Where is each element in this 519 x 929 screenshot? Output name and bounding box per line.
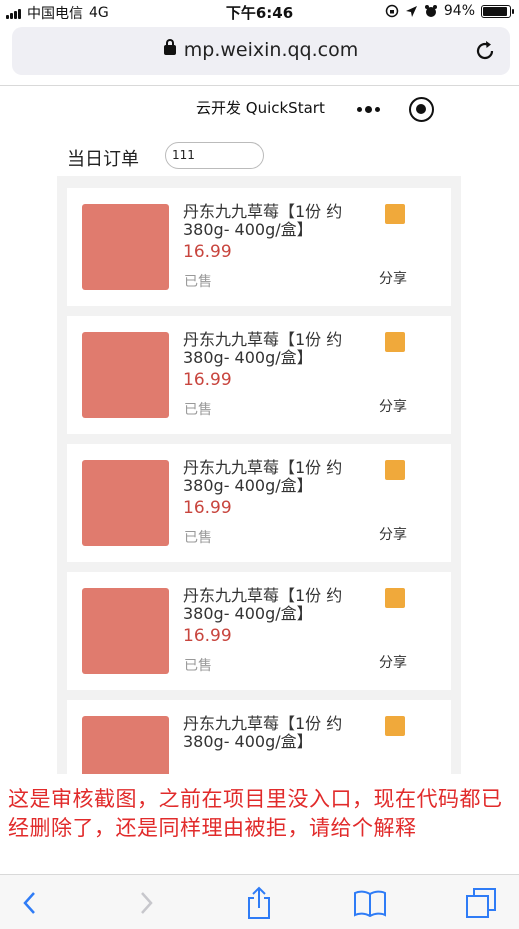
back-icon[interactable] (12, 885, 48, 921)
product-list[interactable]: 丹东九九草莓【1份 约380g- 400g/盒】 16.99 已售 分享 丹东九… (57, 176, 461, 774)
order-label: 当日订单 (67, 149, 139, 170)
share-button[interactable]: 分享 (379, 396, 407, 416)
share-button[interactable]: 分享 (379, 524, 407, 544)
product-name: 丹东九九草莓【1份 约380g- 400g/盒】 (183, 458, 343, 495)
product-sold: 已售 (184, 402, 212, 418)
alarm-icon (424, 5, 437, 17)
order-input[interactable]: 111 (165, 142, 264, 169)
product-sold: 已售 (184, 274, 212, 290)
product-price: 16.99 (183, 370, 232, 390)
product-name: 丹东九九草莓【1份 约380g- 400g/盒】 (183, 714, 343, 751)
product-badge (385, 204, 405, 224)
lock-icon (163, 39, 176, 55)
tabs-icon[interactable] (463, 885, 499, 921)
product-card[interactable]: 丹东九九草莓【1份 约380g- 400g/盒】 16.99 已售 分享 (67, 316, 451, 434)
product-card[interactable]: 丹东九九草莓【1份 约380g- 400g/盒】 16.99 已售 分享 (67, 188, 451, 306)
battery-percent: 94% (443, 3, 475, 19)
product-name: 丹东九九草莓【1份 约380g- 400g/盒】 (183, 586, 343, 623)
battery-icon (481, 4, 514, 18)
product-card[interactable]: 丹东九九草莓【1份 约380g- 400g/盒】 16.99 已售 分享 (67, 444, 451, 562)
product-image[interactable] (82, 716, 169, 774)
forward-icon[interactable] (128, 885, 164, 921)
product-image[interactable] (82, 460, 169, 546)
header-divider (0, 85, 519, 86)
more-icon[interactable] (352, 99, 384, 119)
location-icon (405, 5, 417, 17)
product-sold: 已售 (184, 530, 212, 546)
product-name: 丹东九九草莓【1份 约380g- 400g/盒】 (183, 330, 343, 367)
reload-icon[interactable] (472, 38, 498, 64)
product-image[interactable] (82, 588, 169, 674)
product-badge (385, 716, 405, 736)
browser-toolbar (0, 874, 519, 929)
url-text: mp.weixin.qq.com (183, 39, 359, 61)
status-bar: 中国电信 4G 下午6:46 94% (0, 0, 519, 22)
product-price: 16.99 (183, 242, 232, 262)
bookmarks-icon[interactable] (352, 885, 388, 921)
product-badge (385, 460, 405, 480)
product-image[interactable] (82, 332, 169, 418)
close-mini-program-icon[interactable] (409, 97, 434, 122)
product-name: 丹东九九草莓【1份 约380g- 400g/盒】 (183, 202, 343, 239)
product-badge (385, 332, 405, 352)
product-image[interactable] (82, 204, 169, 290)
share-button[interactable]: 分享 (379, 268, 407, 288)
product-sold: 已售 (184, 658, 212, 674)
rotation-lock-icon (385, 4, 399, 18)
annotation-text: 这是审核截图，之前在项目里没入口，现在代码都已经删除了，还是同样理由被拒，请给个… (8, 787, 503, 840)
share-icon[interactable] (241, 885, 277, 921)
page-title: 云开发 QuickStart (196, 99, 325, 117)
product-card[interactable]: 丹东九九草莓【1份 约380g- 400g/盒】 16.99 已售 分享 (67, 572, 451, 690)
address-bar[interactable]: mp.weixin.qq.com (12, 27, 510, 75)
product-price: 16.99 (183, 626, 232, 646)
share-button[interactable]: 分享 (379, 652, 407, 672)
product-price: 16.99 (183, 498, 232, 518)
status-right: 94% (385, 3, 514, 19)
product-badge (385, 588, 405, 608)
url-display[interactable]: mp.weixin.qq.com (12, 39, 510, 61)
product-card[interactable]: 丹东九九草莓【1份 约380g- 400g/盒】 (67, 700, 451, 774)
